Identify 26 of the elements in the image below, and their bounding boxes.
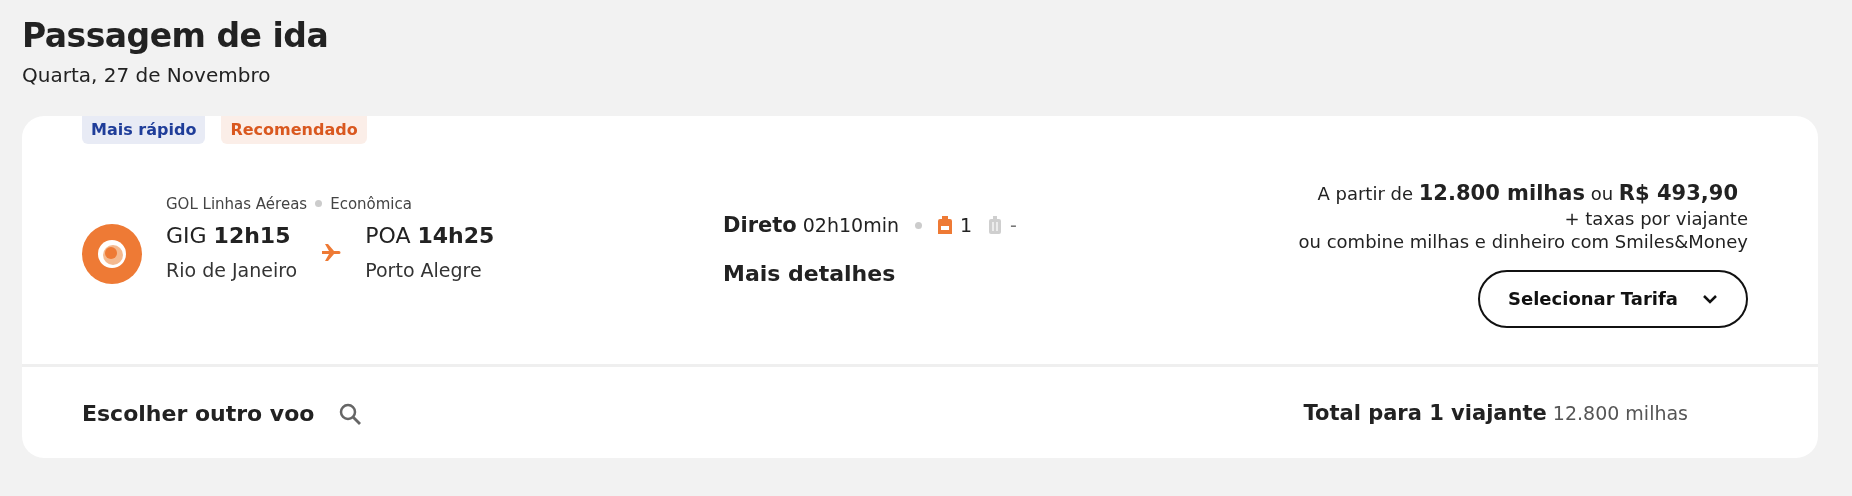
taxes-text: + taxas por viajante bbox=[1564, 206, 1748, 231]
airline-name: GOL Linhas Aéreas bbox=[166, 193, 308, 215]
total-text: Total para 1 viajante 12.800 milhas bbox=[1303, 399, 1688, 427]
airplane-icon bbox=[321, 242, 342, 261]
date-text: Quarta, 27 de Novembro bbox=[22, 61, 272, 89]
airline-logo bbox=[82, 223, 142, 284]
separator-dot bbox=[914, 221, 922, 229]
tag: Mais rápido bbox=[82, 115, 206, 144]
price-text: A partir de 12.800 milhas ou R$ 493,90 bbox=[1317, 179, 1739, 207]
city-name: Porto Alegre bbox=[365, 258, 483, 284]
details-link[interactable]: Mais detalhes bbox=[723, 257, 896, 291]
city-name: Rio de Janeiro bbox=[166, 258, 298, 284]
choose-other-flight-link[interactable]: Escolher outro voo bbox=[82, 397, 363, 431]
chevron-down-icon bbox=[1702, 293, 1718, 304]
flight-duration: Direto 02h10min bbox=[723, 211, 899, 239]
cabin-class: Econômica bbox=[330, 193, 412, 215]
select-fare-button[interactable]: Selecionar Tarifa bbox=[1478, 269, 1748, 328]
page-title: Passagem de ida bbox=[22, 16, 330, 56]
checked-bag-count: - bbox=[1010, 213, 1017, 239]
carry-on-count: 1 bbox=[959, 213, 973, 239]
search-icon bbox=[338, 401, 363, 426]
tag: Recomendado bbox=[221, 115, 367, 144]
arrival-time: POA 14h25 bbox=[365, 222, 495, 251]
departure-time: GIG 12h15 bbox=[166, 222, 292, 251]
separator-dot bbox=[315, 200, 323, 208]
combine-text: ou combine milhas e dinheiro com Smiles&Money bbox=[1298, 230, 1748, 254]
